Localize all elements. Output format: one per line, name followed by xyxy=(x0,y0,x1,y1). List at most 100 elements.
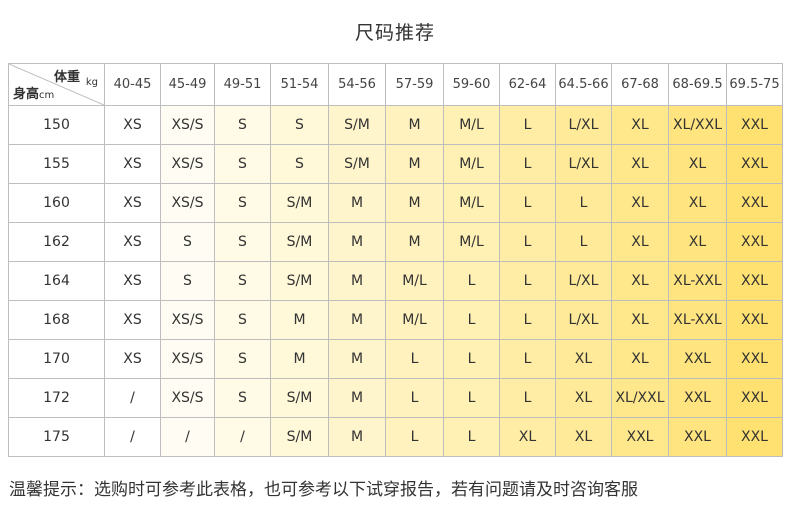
size-cell: XXL xyxy=(726,339,783,379)
size-cell: M/L xyxy=(385,261,444,301)
table-row: 162 XS S S S/M M M M/L L L XL XL XXL xyxy=(8,222,783,262)
size-cell: XL xyxy=(611,183,669,223)
size-cell: L xyxy=(443,339,500,379)
size-cell: XS xyxy=(104,261,161,301)
size-cell: / xyxy=(214,417,271,457)
table-row: 170 XS XS/S S M M L L L XL XL XXL XXL xyxy=(8,339,783,379)
size-cell: XL xyxy=(668,222,727,262)
weight-range-header: 69.5-75 xyxy=(726,63,783,106)
size-cell: M xyxy=(270,300,329,340)
size-cell: M/L xyxy=(385,300,444,340)
size-cell: XXL xyxy=(726,261,783,301)
height-cell: 164 xyxy=(8,261,105,301)
height-unit: cm xyxy=(39,90,55,101)
corner-header-cell: 体重 kg 身高cm xyxy=(8,63,105,106)
size-cell: XL-XXL xyxy=(668,300,727,340)
size-cell: XXL xyxy=(726,222,783,262)
page-title: 尺码推荐 xyxy=(354,22,435,44)
weight-range-header: 62-64 xyxy=(499,63,556,106)
size-cell: M xyxy=(328,378,386,418)
size-cell: S/M xyxy=(270,378,329,418)
size-cell: S xyxy=(160,261,215,301)
size-recommendation-table: 体重 kg 身高cm 40-45 45-49 49-51 51-54 54-56 57-5… xyxy=(8,63,783,457)
size-cell: L xyxy=(499,261,556,301)
height-cell: 162 xyxy=(8,222,105,262)
size-cell: L xyxy=(555,183,612,223)
size-cell: XL xyxy=(611,144,669,184)
header-row: 体重 kg 身高cm 40-45 45-49 49-51 51-54 54-56 57-5… xyxy=(8,63,783,106)
size-cell: L xyxy=(443,261,500,301)
size-cell: M/L xyxy=(443,222,500,262)
weight-range-header: 67-68 xyxy=(611,63,669,106)
size-cell: / xyxy=(160,417,215,457)
weight-range-header: 49-51 xyxy=(214,63,271,106)
size-cell: XXL xyxy=(668,378,727,418)
size-cell: M xyxy=(385,144,444,184)
weight-range-header: 45-49 xyxy=(160,63,215,106)
table-row: 160 XS XS/S S S/M M M M/L L L XL XL XXL xyxy=(8,183,783,223)
height-cell: 175 xyxy=(8,417,105,457)
size-cell: L xyxy=(385,417,444,457)
table-row: 168 XS XS/S S M M M/L L L L/XL XL XL-XXL XXL xyxy=(8,300,783,340)
size-cell: XS/S xyxy=(160,378,215,418)
weight-range-header: 57-59 xyxy=(385,63,444,106)
size-cell: XL-XXL xyxy=(668,261,727,301)
size-cell: M xyxy=(328,183,386,223)
size-cell: M xyxy=(328,417,386,457)
table-row: 175// / S/M M L L XL XL XXL XXL XXL xyxy=(8,417,783,457)
size-cell: L/XL xyxy=(555,105,612,145)
height-cell: 150 xyxy=(8,105,105,145)
size-cell: XS xyxy=(104,105,161,145)
weight-range-header: 40-45 xyxy=(104,63,161,106)
size-cell: M xyxy=(328,261,386,301)
size-cell: M xyxy=(385,105,444,145)
size-cell: XL xyxy=(611,105,669,145)
size-cell: M/L xyxy=(443,183,500,223)
size-cell: XS/S xyxy=(160,339,215,379)
weight-range-header: 64.5-66 xyxy=(555,63,612,106)
table-body: 150 XS XS/S S S S/M M M/L L L/XL XL XL/XXL XXL 155 XS X… xyxy=(8,105,783,457)
size-cell: XXL xyxy=(726,144,783,184)
size-cell: L xyxy=(499,378,556,418)
size-cell: L xyxy=(499,300,556,340)
size-cell: M xyxy=(385,222,444,262)
size-cell: L xyxy=(499,183,556,223)
size-cell: XXL xyxy=(726,378,783,418)
size-cell: XS xyxy=(104,144,161,184)
size-cell: XXL xyxy=(726,300,783,340)
size-cell: XS/S xyxy=(160,105,215,145)
size-cell: L xyxy=(499,339,556,379)
size-cell: XL xyxy=(555,339,612,379)
size-cell: XL xyxy=(499,417,556,457)
size-cell: S/M xyxy=(328,105,386,145)
size-cell: S xyxy=(214,378,271,418)
height-cell: 170 xyxy=(8,339,105,379)
size-cell: XL xyxy=(611,222,669,262)
weight-range-header: 59-60 xyxy=(443,63,500,106)
table-row: 172/XS/S S S/M M L L L XL XL/XXL XXL XXL xyxy=(8,378,783,418)
size-cell: XL xyxy=(611,339,669,379)
height-label: 身高cm xyxy=(13,83,54,102)
weight-unit: kg xyxy=(85,77,98,88)
size-cell: L/XL xyxy=(555,144,612,184)
size-cell: XS/S xyxy=(160,144,215,184)
table-row: 164 XS S S S/M M M/L L L L/XL XL XL-XXL XXL xyxy=(8,261,783,301)
size-cell: S xyxy=(214,339,271,379)
size-chart-page: 尺码推荐 体重 kg 身高cm 40-45 45-49 49-51 51-54 … xyxy=(0,0,790,532)
table-row: 150 XS XS/S S S S/M M M/L L L/XL XL XL/XXL XXL xyxy=(8,105,783,145)
size-cell: XXL xyxy=(611,417,669,457)
size-cell: S xyxy=(214,222,271,262)
size-cell: M xyxy=(328,222,386,262)
size-cell: XL xyxy=(611,300,669,340)
size-cell: M xyxy=(385,183,444,223)
size-cell: L xyxy=(499,144,556,184)
size-cell: S xyxy=(214,183,271,223)
size-cell: XL xyxy=(668,183,727,223)
size-cell: S/M xyxy=(270,261,329,301)
height-cell: 168 xyxy=(8,300,105,340)
size-cell: L xyxy=(555,222,612,262)
size-cell: XS xyxy=(104,222,161,262)
size-cell: XXL xyxy=(726,105,783,145)
size-cell: S xyxy=(270,144,329,184)
size-cell: XS xyxy=(104,339,161,379)
